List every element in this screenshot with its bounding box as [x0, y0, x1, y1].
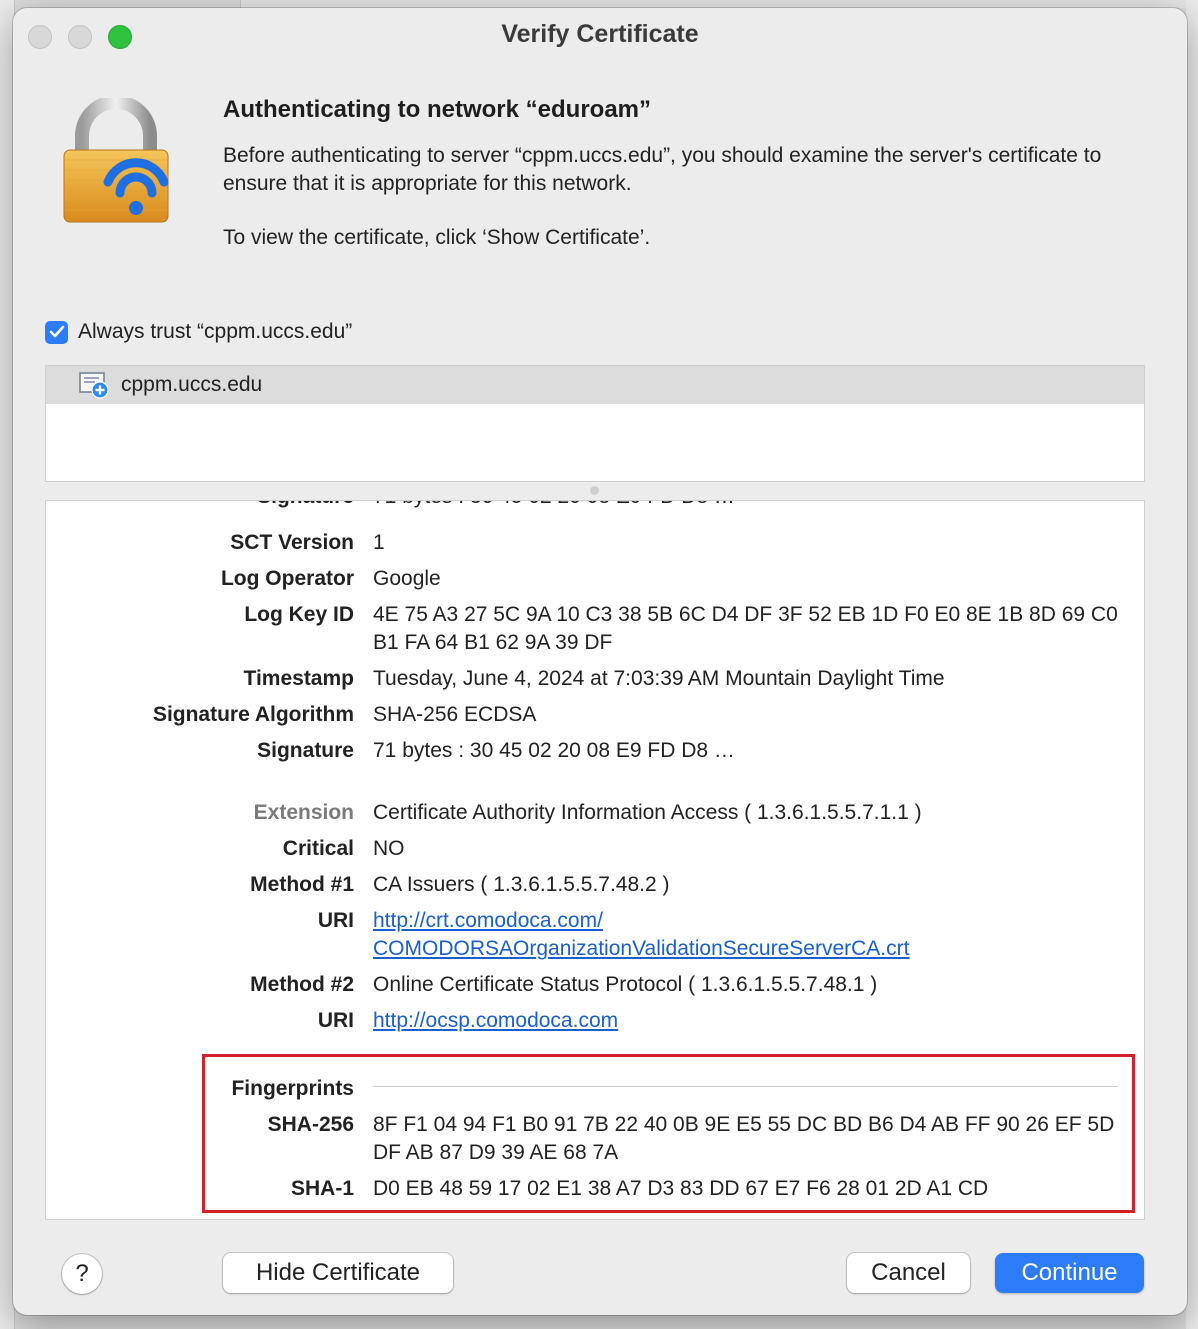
detail-value: Google: [373, 567, 441, 590]
detail-value: Tuesday, June 4, 2024 at 7:03:39 AM Moun…: [373, 667, 945, 690]
detail-key: Method #2: [250, 973, 354, 996]
help-button[interactable]: ?: [62, 1254, 102, 1294]
detail-key: Signature: [257, 501, 354, 511]
ocsp-uri-link[interactable]: http://ocsp.comodoca.com: [373, 1009, 618, 1032]
detail-value: NO: [373, 837, 405, 860]
always-trust-label: Always trust “cppm.uccs.edu”: [78, 320, 353, 343]
detail-key: URI: [317, 909, 354, 932]
detail-key: Timestamp: [243, 667, 355, 690]
detail-section-key: Extension: [253, 801, 354, 824]
detail-value: 1: [373, 531, 385, 554]
detail-key: URI: [317, 1009, 354, 1032]
detail-value: Certificate Authority Information Access…: [373, 801, 922, 824]
background-window-edge: [240, 0, 1198, 8]
ca-issuers-uri-link[interactable]: http://crt.comodoca.com/COMODORSAOrganiz…: [373, 909, 909, 960]
certificate-chain-list[interactable]: cppm.uccs.edu: [45, 365, 1145, 482]
detail-key: Signature: [257, 739, 354, 762]
detail-key: Critical: [282, 837, 354, 860]
dialog-message: Before authenticating to server “cppm.uc…: [223, 144, 1102, 195]
certificate-icon: [79, 371, 109, 399]
detail-key: Log Key ID: [244, 603, 354, 626]
fingerprints-highlight-box: [202, 1054, 1135, 1213]
detail-value-link: http://ocsp.comodoca.com: [373, 1007, 1133, 1035]
detail-key: Log Operator: [220, 567, 354, 590]
certificate-name: cppm.uccs.edu: [121, 373, 263, 396]
dialog-heading: Authenticating to network “eduroam”: [223, 96, 652, 123]
split-view-handle[interactable]: [590, 486, 599, 495]
always-trust-checkbox[interactable]: [45, 320, 68, 344]
detail-key: Method #1: [250, 873, 354, 896]
continue-button[interactable]: Continue: [995, 1253, 1144, 1293]
detail-value: 4E 75 A3 27 5C 9A 10 C3 38 5B 6C D4 DF 3…: [373, 603, 1118, 654]
checkmark-icon: [49, 325, 64, 338]
dialog-instruction: To view the certificate, click ‘Show Cer…: [223, 226, 651, 249]
title-bar: Verify Certificate: [13, 8, 1187, 64]
detail-value: 71 bytes : 30 45 02 20 08 E9 FD D8 …: [373, 739, 735, 762]
always-trust-option[interactable]: Always trust “cppm.uccs.edu”: [45, 320, 352, 344]
network-lock-icon: [63, 98, 169, 223]
certificate-list-item[interactable]: cppm.uccs.edu: [46, 366, 1144, 404]
detail-value: SHA-256 ECDSA: [373, 703, 537, 726]
detail-key: SCT Version: [230, 531, 354, 554]
detail-value: Online Certificate Status Protocol ( 1.3…: [373, 973, 878, 996]
background-window-right: [1186, 0, 1198, 1329]
detail-value: CA Issuers ( 1.3.6.1.5.5.7.48.2 ): [373, 873, 670, 896]
detail-value: 71 bytes : 30 45 02 20 08 E9 FD D8 …: [373, 501, 1133, 511]
detail-key: Signature Algorithm: [152, 703, 354, 726]
cancel-button[interactable]: Cancel: [847, 1253, 970, 1293]
detail-value-link: http://crt.comodoca.com/COMODORSAOrganiz…: [373, 907, 1133, 963]
hide-certificate-button[interactable]: Hide Certificate: [223, 1253, 453, 1293]
window-title: Verify Certificate: [501, 20, 699, 48]
